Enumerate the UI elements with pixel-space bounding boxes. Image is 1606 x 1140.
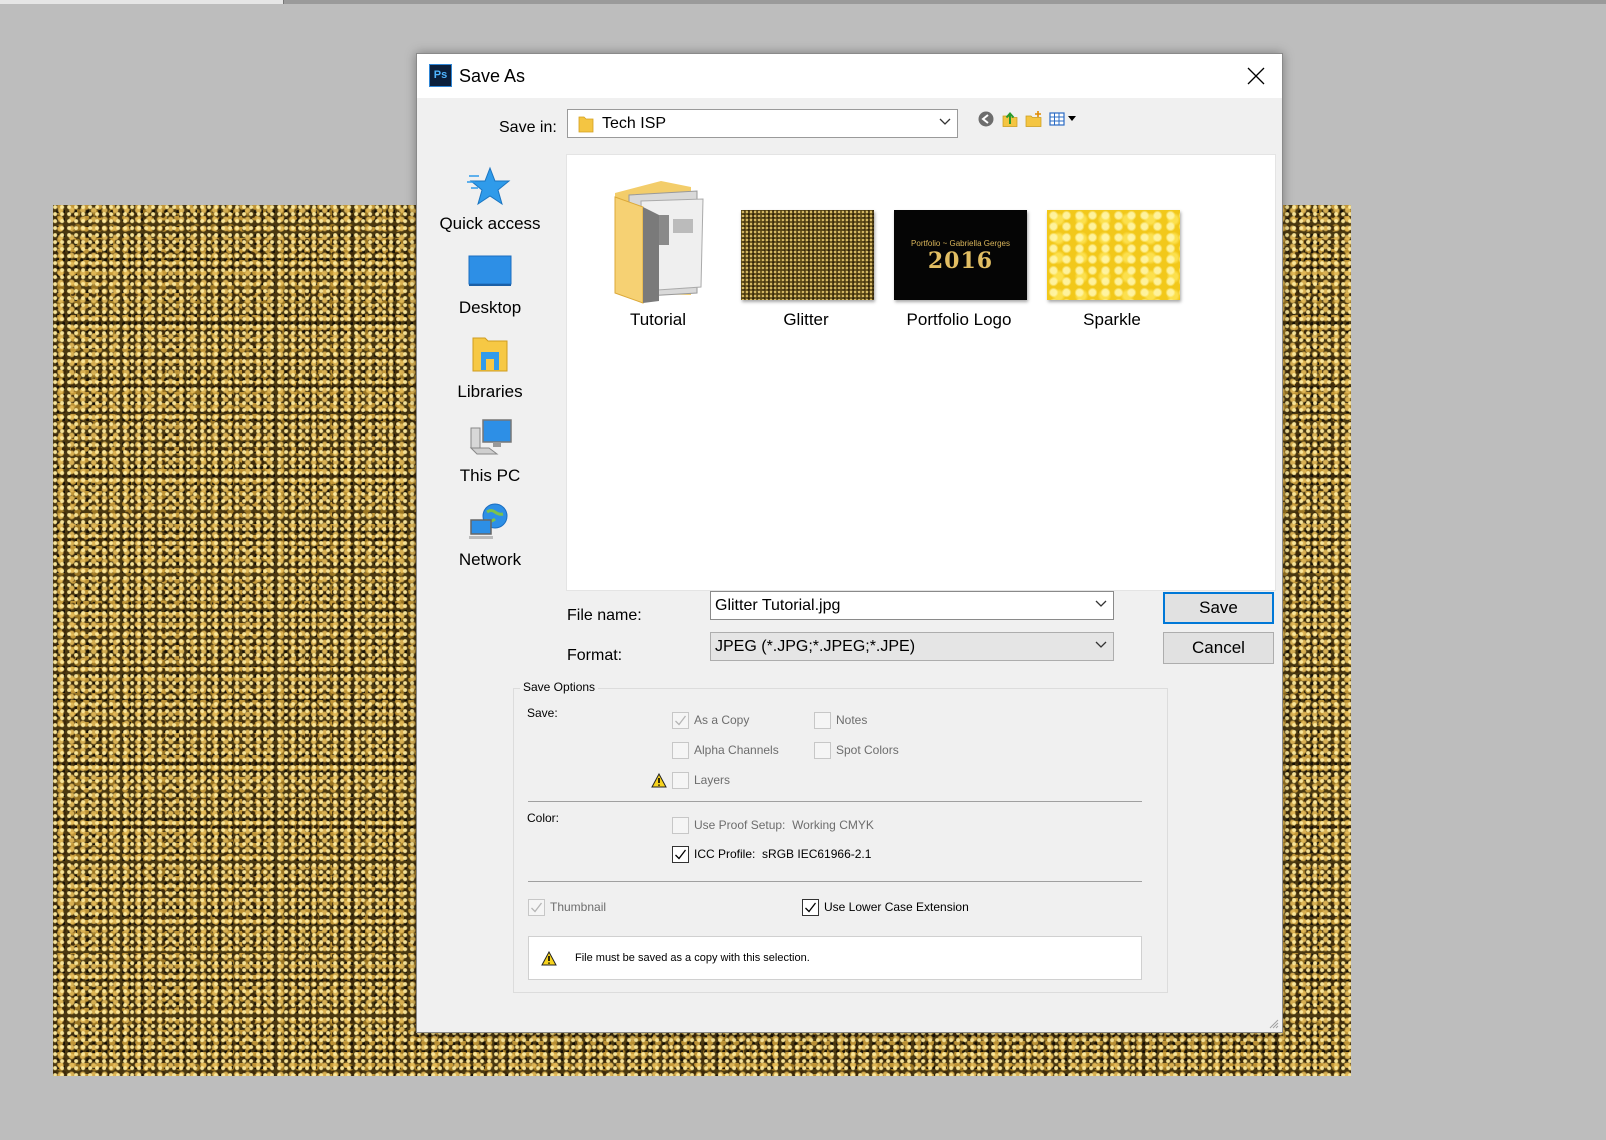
file-item-glitter[interactable]: Glitter <box>731 175 881 345</box>
icc-profile-checkbox[interactable] <box>672 846 689 863</box>
sparkle-thumbnail <box>1047 210 1180 300</box>
places-bar: Quick access Desktop Libraries This PC N… <box>417 154 563 674</box>
resize-grip-icon[interactable] <box>1269 1019 1279 1029</box>
notes-label: Notes <box>836 713 868 727</box>
place-label: Libraries <box>457 382 523 401</box>
warning-icon <box>541 951 557 966</box>
close-button[interactable] <box>1238 58 1274 94</box>
spot-colors-checkbox[interactable] <box>814 742 831 759</box>
alpha-channels-checkbox[interactable] <box>672 742 689 759</box>
proof-setup-value: Working CMYK <box>792 818 874 832</box>
format-label: Format: <box>567 647 623 664</box>
as-a-copy-label: As a Copy <box>694 713 750 727</box>
portfolio-logo-thumbnail: Portfolio ~ Gabriella Gerges 2016 <box>894 210 1027 300</box>
back-icon[interactable] <box>977 110 995 128</box>
new-folder-icon[interactable] <box>1025 110 1043 128</box>
icc-profile-value: sRGB IEC61966-2.1 <box>762 847 872 861</box>
checkmark-icon <box>805 902 817 913</box>
thumbnail-label: Thumbnail <box>550 900 607 914</box>
file-item-sparkle[interactable]: Sparkle <box>1037 175 1187 345</box>
alpha-channels-label: Alpha Channels <box>694 743 779 757</box>
thumbnail-year: 2016 <box>927 248 994 274</box>
layers-label: Layers <box>694 773 731 787</box>
icc-profile-label: ICC Profile: sRGB IEC61966-2.1 <box>694 847 871 861</box>
up-folder-icon[interactable] <box>1001 110 1019 128</box>
document-tab-edge[interactable] <box>0 0 284 4</box>
close-icon <box>1247 67 1265 85</box>
file-name-label: Sparkle <box>1083 310 1141 329</box>
place-label: Quick access <box>439 214 541 233</box>
lower-case-extension-checkbox[interactable] <box>802 899 819 916</box>
place-this-pc[interactable]: This PC <box>417 418 563 488</box>
as-a-copy-checkbox[interactable] <box>672 712 689 729</box>
warning-message: File must be saved as a copy with this s… <box>575 952 810 964</box>
libraries-icon <box>472 337 508 372</box>
file-item-tutorial-folder[interactable]: Tutorial <box>583 175 733 345</box>
quick-access-star-icon <box>467 166 511 206</box>
save-in-dropdown[interactable]: Tech ISP <box>567 109 958 138</box>
save-section-label: Save: <box>527 706 558 720</box>
warning-message-box: File must be saved as a copy with this s… <box>528 936 1142 980</box>
folder-icon <box>578 116 594 133</box>
window-top-strip <box>0 0 1606 4</box>
place-desktop[interactable]: Desktop <box>417 250 563 320</box>
spot-colors-label: Spot Colors <box>836 743 899 757</box>
icc-profile-text: ICC Profile: <box>694 847 756 861</box>
checkmark-icon <box>531 902 543 913</box>
save-options-group: Save Options Save: As a Copy Notes Alpha… <box>513 680 1168 993</box>
use-proof-setup-text: Use Proof Setup: <box>694 818 786 832</box>
cancel-button[interactable]: Cancel <box>1163 632 1274 664</box>
notes-checkbox[interactable] <box>814 712 831 729</box>
chevron-down-icon <box>939 118 951 125</box>
options-divider <box>528 801 1142 802</box>
options-divider <box>528 881 1142 882</box>
checkmark-icon <box>675 849 687 860</box>
layers-checkbox[interactable] <box>672 772 689 789</box>
color-section-label: Color: <box>527 811 560 825</box>
place-label: Desktop <box>458 298 522 317</box>
file-list-view: Tutorial Glitter Portfolio ~ Gabriella G… <box>566 154 1276 591</box>
place-libraries[interactable]: Libraries <box>417 334 563 404</box>
checkmark-icon <box>675 715 687 726</box>
folder-large-icon <box>614 181 704 304</box>
warning-icon <box>651 773 667 788</box>
dialog-title: Save As <box>459 66 526 86</box>
save-button[interactable]: Save <box>1163 592 1274 624</box>
file-name-label: File name: <box>567 607 642 624</box>
view-menu-icon[interactable] <box>1049 110 1079 128</box>
format-value: JPEG (*.JPG;*.JPEG;*.JPE) <box>715 638 916 655</box>
file-item-portfolio-logo[interactable]: Portfolio ~ Gabriella Gerges 2016 Portfo… <box>884 175 1034 345</box>
file-name-label: Portfolio Logo <box>906 310 1012 329</box>
file-name-label: Glitter <box>783 310 829 329</box>
place-quick-access[interactable]: Quick access <box>417 166 563 236</box>
desktop-icon <box>468 255 512 286</box>
network-icon <box>469 503 508 539</box>
format-dropdown[interactable]: JPEG (*.JPG;*.JPEG;*.JPE) <box>710 632 1114 661</box>
thumbnail-checkbox[interactable] <box>528 899 545 916</box>
save-options-legend: Save Options <box>520 680 599 694</box>
use-proof-setup-label: Use Proof Setup: Working CMYK <box>694 818 874 832</box>
place-label: Network <box>458 550 522 569</box>
save-in-label: Save in: <box>499 119 557 136</box>
photoshop-app-icon: Ps <box>429 64 452 87</box>
place-label: This PC <box>459 466 521 485</box>
chevron-down-icon[interactable] <box>1095 600 1107 608</box>
glitter-thumbnail <box>741 210 874 300</box>
lower-case-extension-label: Use Lower Case Extension <box>824 900 969 914</box>
chevron-down-icon <box>1095 641 1107 648</box>
dialog-titlebar: Ps Save As <box>417 54 1282 98</box>
file-name-input[interactable]: Glitter Tutorial.jpg <box>710 591 1114 620</box>
save-in-value: Tech ISP <box>602 115 667 132</box>
place-network[interactable]: Network <box>417 502 563 572</box>
file-name-value: Glitter Tutorial.jpg <box>715 597 841 614</box>
thumbnail-subtitle: Portfolio ~ Gabriella Gerges <box>911 239 1010 248</box>
use-proof-setup-checkbox[interactable] <box>672 817 689 834</box>
file-name-label: Tutorial <box>629 310 687 329</box>
computer-icon <box>469 419 512 455</box>
save-as-dialog: Ps Save As Save in: Tech ISP Quick acces… <box>416 53 1283 1033</box>
